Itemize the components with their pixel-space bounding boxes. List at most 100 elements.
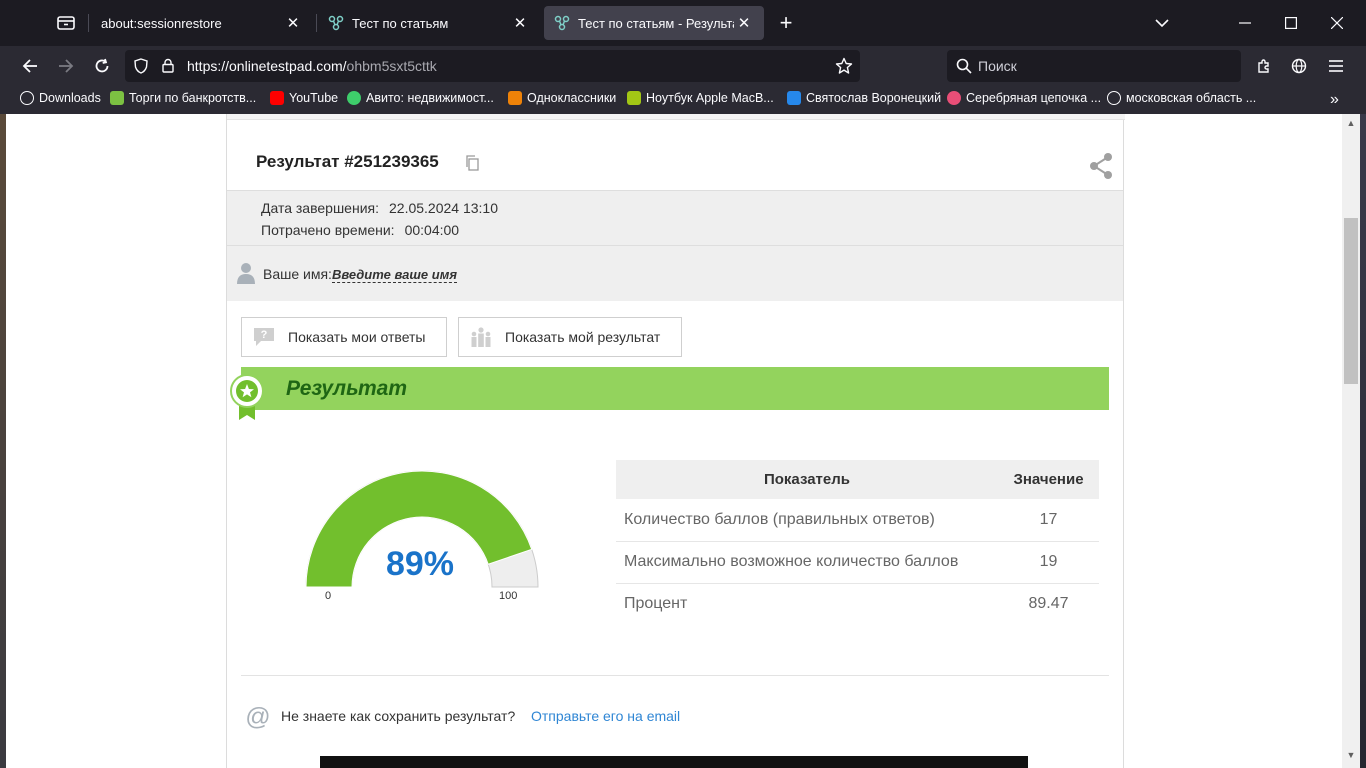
firefox-view-icon	[57, 16, 75, 30]
bookmark-label: YouTube	[289, 91, 339, 105]
extensions-button[interactable]	[1250, 52, 1278, 80]
bookmark-moscow[interactable]: московская область ...	[1107, 91, 1256, 105]
close-window-button[interactable]	[1324, 10, 1350, 36]
result-banner: Результат	[241, 367, 1109, 410]
lock-icon[interactable]	[162, 58, 174, 73]
cell-indicator: Процент	[624, 595, 688, 613]
bookmark-star-icon[interactable]	[835, 57, 853, 75]
svg-text:?: ?	[261, 329, 268, 341]
bookmark-label: Торги по банкротств...	[129, 91, 257, 105]
search-bar[interactable]: Поиск	[947, 50, 1241, 82]
copy-icon[interactable]	[465, 155, 479, 171]
vpn-button[interactable]	[1285, 52, 1313, 80]
finished-row: Дата завершения: 22.05.2024 13:10	[261, 200, 498, 216]
name-section: Ваше имя:Введите ваше имя	[227, 246, 1123, 301]
show-result-label: Показать мой результат	[505, 329, 661, 345]
page-viewport: Результат #251239365 Дата завершения: 22.…	[6, 114, 1360, 768]
show-answers-button[interactable]: ? Показать мои ответы	[241, 317, 447, 357]
svg-text:@: @	[245, 704, 270, 730]
bookmark-label: Авито: недвижимост...	[366, 91, 494, 105]
bookmark-downloads[interactable]: Downloads	[20, 91, 101, 105]
result-card: Результат #251239365 Дата завершения: 22.…	[226, 114, 1125, 768]
tab-title: Тест по статьям - Результат он	[578, 15, 734, 31]
page-scrollbar[interactable]: ▲ ▼	[1342, 114, 1360, 768]
tab-close-icon[interactable]: ✕	[283, 13, 303, 33]
tab-overflow-chevron-icon[interactable]	[1149, 10, 1175, 36]
scroll-up-arrow-icon[interactable]: ▲	[1346, 118, 1356, 128]
globe-icon	[1291, 58, 1307, 74]
send-email-link[interactable]: Отправьте его на email	[531, 708, 680, 724]
menu-button[interactable]	[1322, 52, 1350, 80]
email-at-icon: @	[245, 704, 270, 730]
bookmarks-overflow-chevron-icon[interactable]: »	[1330, 91, 1339, 109]
user-icon	[237, 263, 255, 284]
gauge-max-label: 100	[499, 590, 518, 602]
minimize-button[interactable]	[1232, 10, 1258, 36]
onlinetestpad-favicon-icon	[328, 15, 344, 31]
tab-close-icon[interactable]: ✕	[510, 13, 530, 33]
tab-title: Тест по статьям	[352, 15, 449, 31]
result-banner-title: Результат	[286, 377, 408, 400]
scroll-down-arrow-icon[interactable]: ▼	[1346, 750, 1356, 760]
bookmark-label: Святослав Воронецкий	[806, 91, 942, 105]
enter-name-link[interactable]: Введите ваше имя	[331, 267, 457, 283]
bookmark-odnoklassniki[interactable]: Одноклассники	[508, 91, 616, 105]
show-result-button[interactable]: Показать мой результат	[458, 317, 682, 357]
section-divider	[241, 675, 1109, 676]
puzzle-icon	[1258, 59, 1269, 73]
bottom-black-strip	[320, 756, 1028, 768]
bookmark-avito[interactable]: Авито: недвижимост...	[347, 91, 494, 105]
share-icon[interactable]	[1089, 152, 1113, 180]
forward-button[interactable]	[52, 52, 80, 80]
table-row: Количество баллов (правильных ответов) 1…	[616, 499, 1099, 542]
result-meta: Дата завершения: 22.05.2024 13:10 Потраче…	[227, 190, 1123, 246]
market-icon	[627, 91, 641, 105]
cell-value: 89.47	[1028, 595, 1069, 613]
spent-value: 00:04:00	[404, 222, 460, 238]
finished-value: 22.05.2024 13:10	[389, 200, 498, 216]
back-button[interactable]	[16, 52, 44, 80]
hamburger-menu-icon	[1329, 60, 1343, 72]
cell-value: 17	[998, 499, 1099, 542]
shield-icon[interactable]	[134, 58, 148, 74]
result-header: Результат #251239365	[227, 120, 1123, 190]
url-text[interactable]: https://onlinetestpad.com/ohbm5sxt5cttk	[187, 58, 437, 74]
search-placeholder: Поиск	[978, 58, 1017, 74]
header-indicator: Показатель	[616, 460, 998, 499]
new-tab-button[interactable]: +	[774, 12, 798, 36]
hammer-icon	[110, 91, 124, 105]
bookmark-label: Ноутбук Apple MacB...	[646, 91, 774, 105]
reload-button[interactable]	[88, 52, 116, 80]
tab-sessionrestore[interactable]: about:sessionrestore ✕	[91, 6, 313, 40]
name-row: Ваше имя:Введите ваше имя	[263, 266, 457, 283]
table-row: Процент 89.47	[616, 583, 1099, 625]
url-bar[interactable]: https://onlinetestpad.com/ohbm5sxt5cttk	[125, 50, 860, 82]
chat-icon	[787, 91, 801, 105]
bookmark-label: московская область ...	[1126, 91, 1257, 105]
bookmark-svyatoslav[interactable]: Святослав Воронецкий	[787, 91, 941, 105]
tab-list-button[interactable]	[46, 8, 86, 38]
result-title: Результат #251239365	[256, 152, 439, 171]
youtube-icon	[270, 91, 284, 105]
tab-test-result[interactable]: Тест по статьям - Результат он ✕	[544, 6, 764, 40]
cell-indicator: Максимально возможное количество баллов	[616, 541, 998, 584]
table-header-row: Показатель Значение	[616, 460, 1099, 499]
tab-separator	[316, 14, 317, 32]
bookmark-youtube[interactable]: YouTube	[270, 91, 338, 105]
maximize-button[interactable]	[1278, 10, 1304, 36]
show-answers-label: Показать мои ответы	[288, 329, 426, 345]
nav-bar: https://onlinetestpad.com/ohbm5sxt5cttk …	[0, 46, 1366, 86]
cell-indicator: Количество баллов (правильных ответов)	[616, 499, 998, 542]
result-stats-table: Показатель Значение Количество баллов (п…	[616, 460, 1099, 625]
bookmark-macbook[interactable]: Ноутбук Apple MacB...	[627, 91, 774, 105]
globe-icon	[20, 91, 34, 105]
tab-close-icon[interactable]: ✕	[734, 13, 754, 33]
bookmark-chain[interactable]: Серебряная цепочка ...	[947, 91, 1101, 105]
bookmarks-toolbar: Downloads Торги по банкротств... YouTube…	[0, 86, 1366, 114]
scrollbar-thumb[interactable]	[1344, 218, 1358, 384]
users-icon	[471, 327, 491, 347]
save-question: Не знаете как сохранить результат?	[281, 708, 516, 724]
bookmark-torgi[interactable]: Торги по банкротств...	[110, 91, 256, 105]
desktop-edge-right	[1360, 114, 1366, 768]
tab-test[interactable]: Тест по статьям ✕	[318, 6, 540, 40]
